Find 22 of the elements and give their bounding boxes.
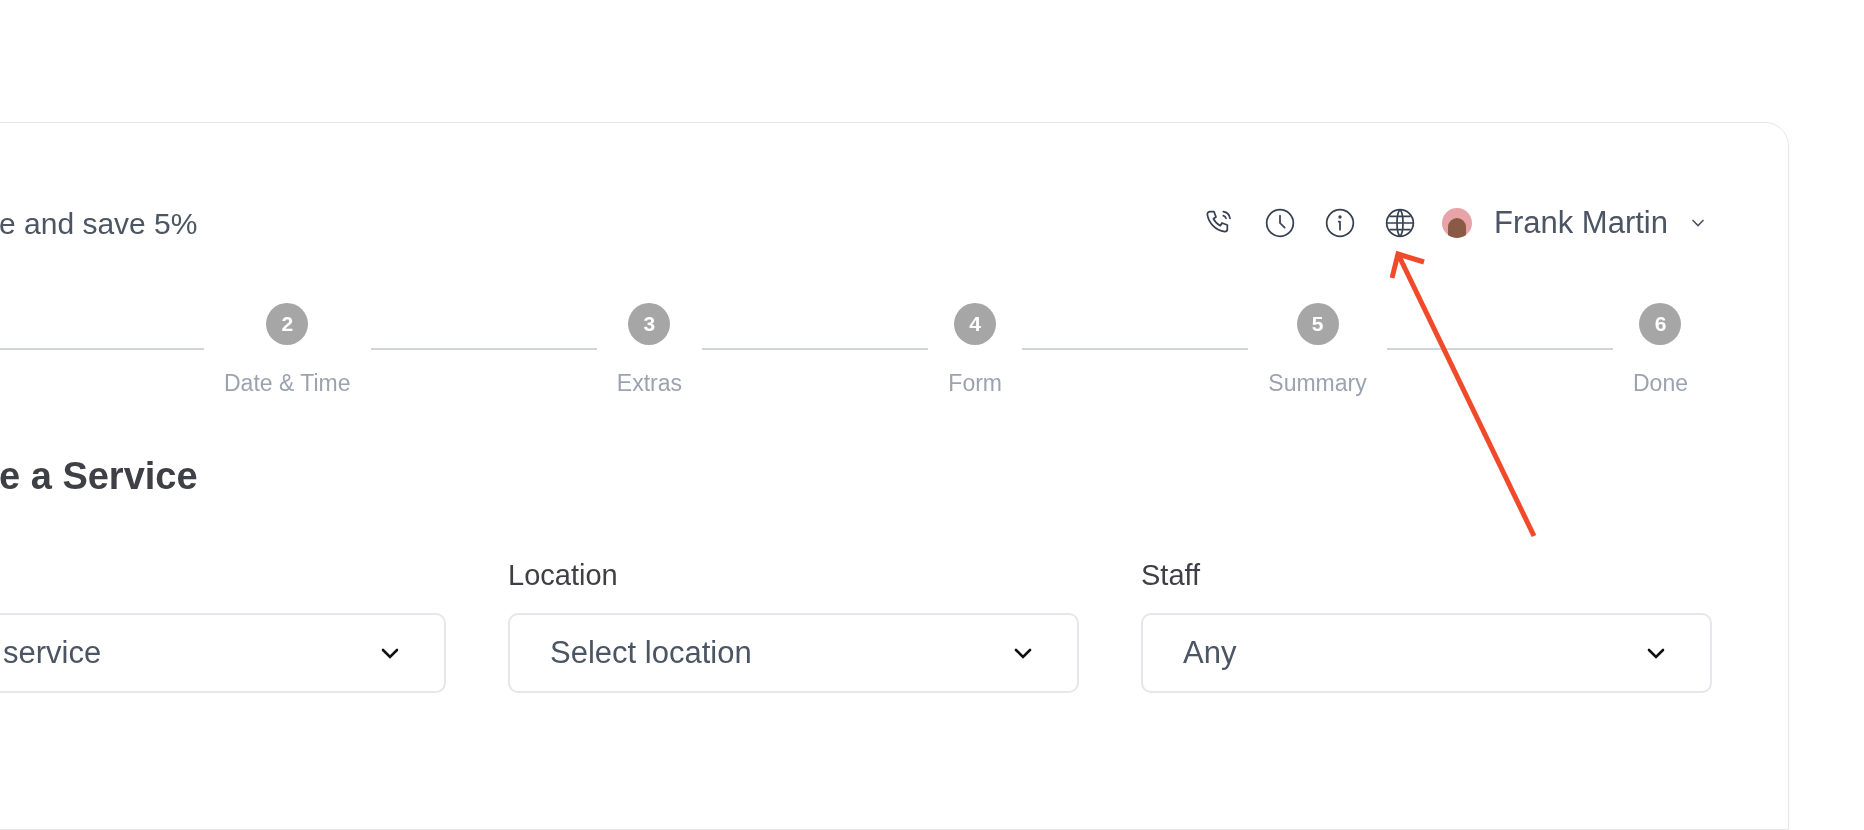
user-name[interactable]: Frank Martin	[1494, 199, 1668, 247]
step-label: Summary	[1268, 369, 1367, 397]
avatar[interactable]	[1442, 208, 1472, 238]
step-label: Form	[948, 369, 1002, 397]
step-number: 6	[1639, 303, 1682, 345]
promo-text: e and save 5%	[0, 205, 198, 242]
step-number: 5	[1296, 303, 1339, 345]
step-number: 4	[954, 303, 997, 345]
step-label: Date & Time	[224, 369, 351, 397]
field-label: Location	[508, 559, 618, 591]
info-icon[interactable]	[1324, 207, 1356, 239]
select-dropdown[interactable]: service	[0, 613, 446, 693]
step-label: Done	[1633, 369, 1688, 397]
step-label: Extras	[616, 369, 683, 397]
step-number: 2	[266, 303, 309, 345]
globe-icon[interactable]	[1384, 207, 1416, 239]
select-dropdown[interactable]: Any	[1141, 613, 1712, 693]
field-label: Staff	[1141, 559, 1201, 591]
step-number: 3	[628, 303, 671, 345]
section-title: e a Service	[0, 456, 199, 496]
clock-icon[interactable]	[1264, 207, 1296, 239]
select-dropdown[interactable]: Select location	[508, 613, 1079, 693]
